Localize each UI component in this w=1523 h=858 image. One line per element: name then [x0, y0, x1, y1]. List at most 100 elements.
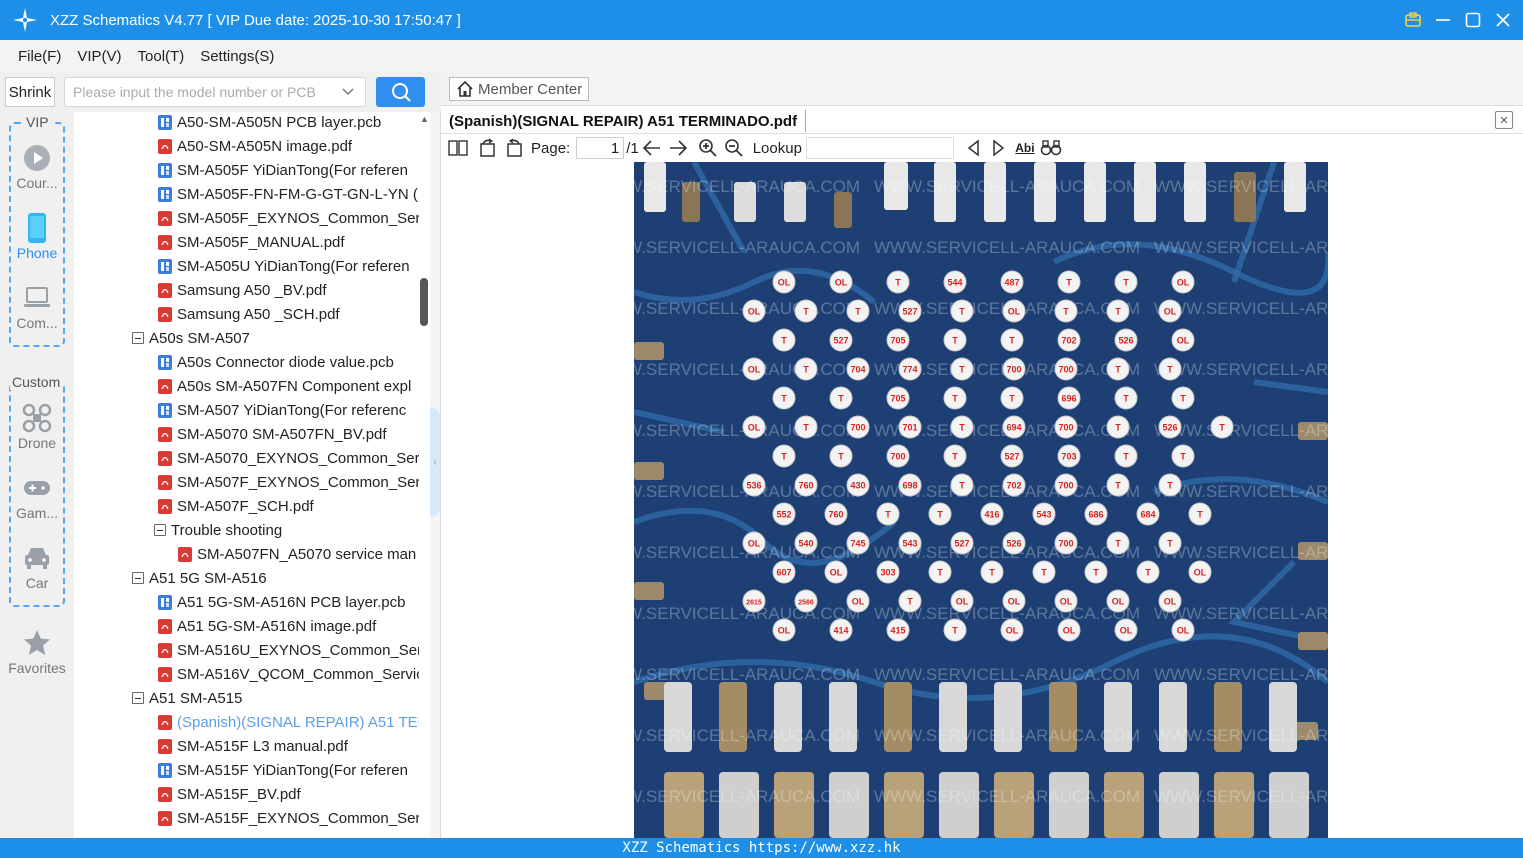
ball-label: T — [838, 394, 844, 404]
collapse-toggle-icon[interactable] — [132, 572, 144, 584]
ball-label: 698 — [902, 481, 917, 491]
component — [634, 462, 664, 480]
tree-file[interactable]: SM-A516V_QCOM_Common_Servic — [158, 662, 430, 686]
document-tab[interactable]: (Spanish)(SIGNAL REPAIR) A51 TERMINADO.p… — [449, 110, 807, 132]
tree-file[interactable]: SM-A516U_EXYNOS_Common_Serv — [158, 638, 430, 662]
tree-folder[interactable]: Trouble shooting — [154, 518, 430, 542]
tree-file[interactable]: SM-A505F_MANUAL.pdf — [158, 230, 430, 254]
tree-item-label: Trouble shooting — [171, 521, 283, 539]
tree-file[interactable]: A50-SM-A505N PCB layer.pcb — [158, 112, 430, 134]
phone-icon — [22, 213, 52, 243]
collapse-panel-icon[interactable]: ‹ — [430, 407, 440, 517]
member-center-button[interactable]: Member Center — [449, 77, 590, 101]
two-page-icon[interactable] — [447, 137, 469, 159]
ball-label: T — [1145, 568, 1151, 578]
ball-label: T — [952, 394, 958, 404]
ball-label: 526 — [1006, 539, 1021, 549]
sidebar-item-label: Gam... — [15, 505, 58, 521]
page-number-input[interactable]: 1 — [576, 137, 625, 159]
rotate-left-icon[interactable] — [477, 137, 499, 159]
collapse-toggle-icon[interactable] — [132, 332, 144, 344]
tree-file[interactable]: A50-SM-A505N image.pdf — [158, 134, 430, 158]
tree-scrollbar[interactable]: ▲ — [419, 112, 430, 838]
tree-file[interactable]: SM-A507FN_A5070 service man — [178, 542, 430, 566]
ball-label: T — [1063, 307, 1069, 317]
next-page-icon[interactable] — [667, 137, 689, 159]
tree-file[interactable]: (Spanish)(SIGNAL REPAIR) A51 TEF — [158, 710, 430, 734]
find-all-icon[interactable] — [1040, 137, 1062, 159]
tree-file[interactable]: SM-A505F_EXYNOS_Common_Serv — [158, 206, 430, 230]
tree-file[interactable]: Samsung A50 _SCH.pdf — [158, 302, 430, 326]
scroll-up-icon[interactable]: ▲ — [419, 114, 430, 124]
ball-label: T — [1115, 365, 1121, 375]
tree-file[interactable]: SM-A5070_EXYNOS_Common_Serv — [158, 446, 430, 470]
tree-file[interactable]: SM-A507F_EXYNOS_Common_Serv — [158, 470, 430, 494]
ball-label: T — [1197, 510, 1203, 520]
tree-file[interactable]: SM-A507F_SCH.pdf — [158, 494, 430, 518]
minimize-icon[interactable] — [1431, 8, 1455, 32]
tree-file[interactable]: SM-A505U YiDianTong(For referen — [158, 254, 430, 278]
document-page-area[interactable]: WWW.SERVICELL-ARAUCA.COM WWW.SERVICELL-AR… — [441, 162, 1523, 838]
zoom-in-icon[interactable] — [697, 137, 719, 159]
chevron-down-icon[interactable] — [341, 84, 355, 101]
scrollbar-thumb[interactable] — [420, 278, 428, 326]
tree-file[interactable]: SM-A515F_EXYNOS_Common_Serv — [158, 806, 430, 830]
sidebar-item-computer[interactable]: Com... — [0, 283, 74, 331]
model-search-input[interactable]: Please input the model number or PCB — [64, 77, 366, 107]
sidebar-item-courses[interactable]: Cour... — [0, 143, 74, 191]
tree-folder[interactable]: A51 5G SM-A516 — [132, 566, 430, 590]
panel-splitter[interactable]: ‹ — [430, 112, 441, 838]
tree-file[interactable]: SM-A515F YiDianTong(For referen — [158, 758, 430, 782]
shrink-button[interactable]: Shrink — [5, 77, 55, 107]
tree-file[interactable]: SM-A5070 SM-A507FN_BV.pdf — [158, 422, 430, 446]
tree-item-label: SM-A515F YiDianTong(For referen — [177, 761, 408, 779]
sidebar-item-phone[interactable]: Phone — [0, 213, 74, 261]
tree-file[interactable]: SM-A505F-FN-FM-G-GT-GN-L-YN ( — [158, 182, 430, 206]
sidebar-item-drone[interactable]: Drone — [0, 403, 74, 451]
collapse-toggle-icon[interactable] — [132, 692, 144, 704]
tree-folder[interactable]: A50s SM-A507 — [132, 326, 430, 350]
status-bar: XZZ Schematics https://www.xzz.hk — [0, 838, 1523, 858]
tree-file[interactable]: Samsung A50 _BV.pdf — [158, 278, 430, 302]
ball-label: 704 — [850, 365, 865, 375]
tree-file[interactable]: A51 5G-SM-A516N image.pdf — [158, 614, 430, 638]
ball-label: T — [952, 452, 958, 462]
sidebar-item-label: Drone — [17, 435, 57, 451]
menu-file[interactable]: File(F) — [18, 48, 61, 65]
tree-item-label: SM-A5070_EXYNOS_Common_Serv — [177, 449, 428, 467]
tree-file[interactable]: SM-A515F_BV.pdf — [158, 782, 430, 806]
ball-label: OL — [1060, 597, 1073, 607]
close-icon[interactable] — [1491, 8, 1515, 32]
tree-file[interactable]: SM-A507 YiDianTong(For referenc — [158, 398, 430, 422]
find-prev-icon[interactable] — [962, 137, 984, 159]
tree-file[interactable]: SM-A505F YiDianTong(For referen — [158, 158, 430, 182]
collapse-toggle-icon[interactable] — [154, 524, 166, 536]
sidebar-item-favorites[interactable]: Favorites — [0, 628, 74, 676]
tree-item-label: A50-SM-A505N PCB layer.pcb — [177, 113, 382, 131]
ball-label: T — [1009, 394, 1015, 404]
maximize-icon[interactable] — [1461, 8, 1485, 32]
ball-label: 700 — [1058, 365, 1073, 375]
menu-settings[interactable]: Settings(S) — [200, 48, 274, 65]
sidebar-item-car[interactable]: Car — [0, 543, 74, 591]
match-case-icon[interactable]: Abi — [1014, 137, 1036, 159]
laptop-icon — [22, 283, 52, 313]
ball-label: T — [1219, 423, 1225, 433]
prev-page-icon[interactable] — [641, 137, 663, 159]
find-next-icon[interactable] — [988, 137, 1010, 159]
rotate-right-icon[interactable] — [503, 137, 525, 159]
tree-file[interactable]: SM-A515F L3 manual.pdf — [158, 734, 430, 758]
search-button[interactable] — [376, 77, 425, 107]
tree-file[interactable]: A51 5G-SM-A516N PCB layer.pcb — [158, 590, 430, 614]
tree-file[interactable]: A50s Connector diode value.pcb — [158, 350, 430, 374]
tree-file[interactable]: A50s SM-A507FN Component expl — [158, 374, 430, 398]
tree-item-label: A51 5G SM-A516 — [149, 569, 267, 587]
close-tab-icon[interactable]: ✕ — [1495, 111, 1513, 129]
menu-vip[interactable]: VIP(V) — [77, 48, 121, 65]
sidebar-item-games[interactable]: Gam... — [0, 473, 74, 521]
menu-tool[interactable]: Tool(T) — [138, 48, 185, 65]
zoom-out-icon[interactable] — [723, 137, 745, 159]
vip-badge-icon[interactable] — [1401, 8, 1425, 32]
lookup-input[interactable] — [805, 137, 954, 159]
tree-folder[interactable]: A51 SM-A515 — [132, 686, 430, 710]
